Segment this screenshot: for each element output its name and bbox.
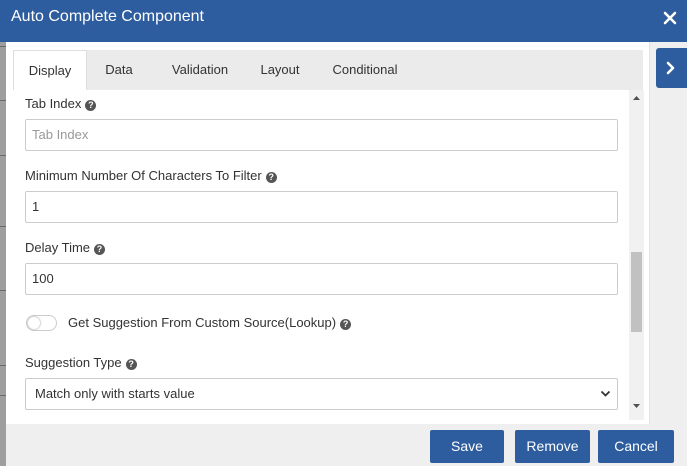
chevron-right-icon <box>666 61 675 75</box>
suggestion-type-value: Match only with starts value <box>35 386 195 401</box>
dialog-title: Auto Complete Component <box>11 8 204 25</box>
scroll-thumb[interactable] <box>631 252 642 332</box>
tab-display[interactable]: Display <box>13 50 87 90</box>
custom-source-toggle[interactable] <box>26 315 57 331</box>
dialog: Auto Complete Component Display Data Val… <box>0 0 687 466</box>
help-icon[interactable]: ? <box>340 319 352 330</box>
tab-layout[interactable]: Layout <box>248 50 312 90</box>
custom-source-label: Get Suggestion From Custom Source(Lookup… <box>68 315 352 330</box>
help-icon[interactable]: ? <box>265 172 277 183</box>
delay-time-label: Delay Time? <box>25 240 106 255</box>
remove-button[interactable]: Remove <box>515 430 590 463</box>
suggestion-type-select[interactable]: Match only with starts value <box>25 378 618 410</box>
close-icon[interactable] <box>661 9 679 27</box>
component-settings-panel: Display Data Validation Layout Condition… <box>6 42 650 424</box>
dialog-header: Auto Complete Component <box>0 0 687 42</box>
tab-conditional[interactable]: Conditional <box>324 50 406 90</box>
tab-index-input[interactable]: Tab Index <box>25 119 618 151</box>
scroll-down-icon[interactable] <box>632 402 641 410</box>
delay-time-input[interactable]: 100 <box>25 263 618 295</box>
save-button[interactable]: Save <box>430 430 504 463</box>
tab-data[interactable]: Data <box>94 50 144 90</box>
cancel-button[interactable]: Cancel <box>598 430 674 463</box>
help-icon[interactable]: ? <box>85 100 97 111</box>
min-chars-label: Minimum Number Of Characters To Filter? <box>25 168 277 183</box>
toggle-knob <box>28 317 40 329</box>
suggestion-type-label: Suggestion Type? <box>25 355 137 370</box>
tab-bar: Display Data Validation Layout Condition… <box>13 50 643 90</box>
display-tab-content: Tab Index? Tab Index Minimum Number Of C… <box>13 90 629 420</box>
help-icon[interactable]: ? <box>125 359 137 370</box>
help-icon[interactable]: ? <box>94 244 106 255</box>
min-chars-input[interactable]: 1 <box>25 191 618 223</box>
expand-side-button[interactable] <box>656 48 687 88</box>
tab-index-label: Tab Index? <box>25 96 97 111</box>
tab-validation[interactable]: Validation <box>162 50 238 90</box>
chevron-down-icon <box>600 390 611 397</box>
scroll-up-icon[interactable] <box>632 94 641 102</box>
vertical-scrollbar[interactable] <box>629 90 644 420</box>
